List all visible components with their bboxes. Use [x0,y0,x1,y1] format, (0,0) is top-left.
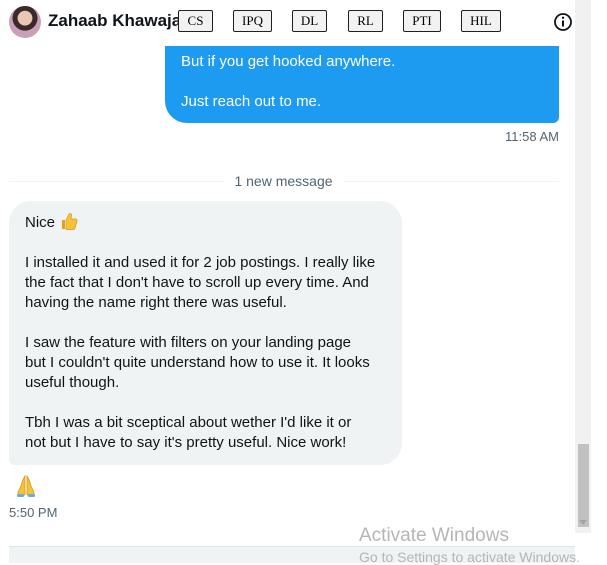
divider-line [343,181,559,182]
activation-watermark-title: Activate Windows [359,525,509,546]
incoming-greeting: Nice [25,214,56,231]
incoming-message-line: having the name right there was useful. [25,294,287,311]
incoming-message-bubble[interactable]: Nice I installed it and used it for 2 jo… [9,201,402,465]
incoming-message-line: I saw the feature with filters on your l… [25,334,352,351]
contact-name[interactable]: Zahaab Khawaja [48,11,181,31]
outgoing-message-line: Just reach out to me. [181,93,322,110]
tag-rl-button[interactable]: RL [348,10,383,32]
window-edge [593,0,607,562]
info-icon[interactable] [553,12,573,32]
conversation-header: Zahaab Khawaja CS IPQ DL RL PTI HIL [0,0,593,46]
incoming-message-line: useful though. [25,374,120,391]
outgoing-message-bubble[interactable]: But if you get hooked anywhere. Just rea… [165,46,559,123]
tag-pti-button[interactable]: PTI [403,10,441,32]
avatar[interactable] [9,6,41,38]
new-message-divider: 1 new message [234,173,333,189]
activation-watermark-subtitle: Go to Settings to activate Windows. [359,549,580,565]
tag-ipq-button[interactable]: IPQ [233,10,272,32]
scrollbar-thumb[interactable] [578,444,589,527]
incoming-message-line: the fact that I don't have to scroll up … [25,274,369,291]
incoming-message-line: but I couldn't quite understand how to u… [25,354,370,371]
tag-dl-button[interactable]: DL [292,10,327,32]
incoming-message-line: not but I have to say it's pretty useful… [25,434,347,451]
folded-hands-icon [17,474,35,497]
tag-hil-button[interactable]: HIL [461,10,501,32]
outgoing-message-line: But if you get hooked anywhere. [181,53,396,70]
outgoing-timestamp: 11:58 AM [505,129,559,144]
incoming-timestamp: 5:50 PM [9,505,58,520]
incoming-message-line: I installed it and used it for 2 job pos… [25,254,376,271]
divider-line [9,181,224,182]
scroll-down-arrow-icon[interactable] [578,517,588,527]
reaction-button[interactable] [9,471,43,501]
tag-cs-button[interactable]: CS [178,10,213,32]
thumbs-up-icon [62,213,78,230]
incoming-message-line: Tbh I was a bit sceptical about wether I… [25,414,352,431]
